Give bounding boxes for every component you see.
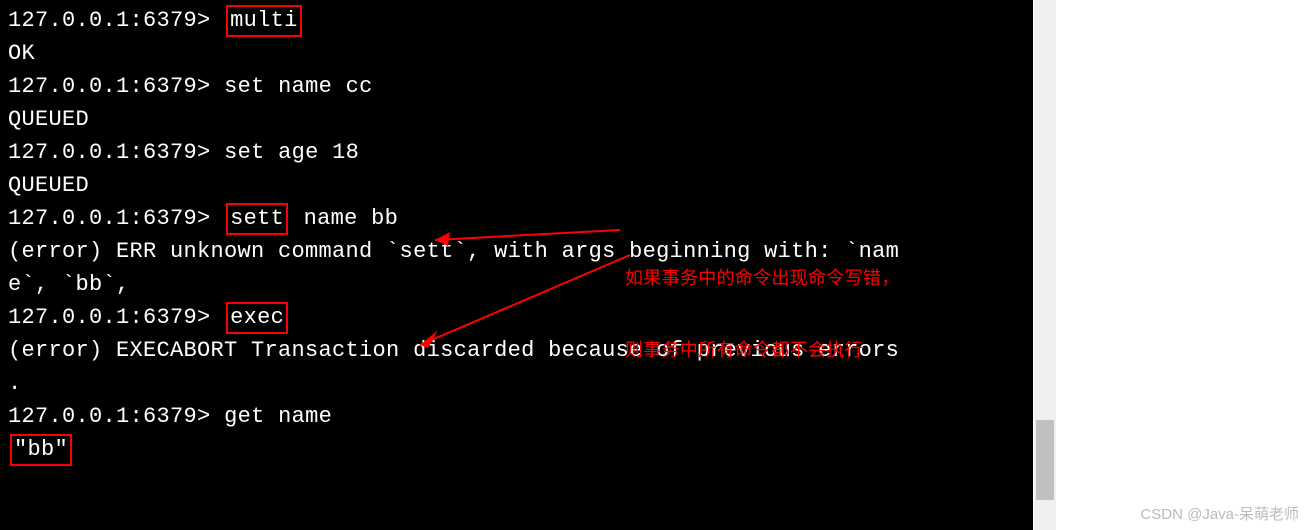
cli-prompt: 127.0.0.1:6379> bbox=[8, 404, 211, 429]
scrollbar-track[interactable] bbox=[1034, 0, 1056, 530]
right-margin bbox=[1033, 0, 1314, 530]
annotation-text: 如果事务中的命令出现命令写错， 则事务中所有命令都不会执行 bbox=[625, 218, 900, 410]
cmd-exec-highlight: exec bbox=[226, 302, 288, 334]
cmd-args: name bb bbox=[290, 206, 398, 231]
watermark-text: CSDN @Java-呆萌老师 bbox=[1140, 503, 1299, 524]
cli-prompt: 127.0.0.1:6379> bbox=[8, 305, 211, 330]
terminal-window[interactable]: 127.0.0.1:6379> multi OK 127.0.0.1:6379>… bbox=[0, 0, 1033, 530]
scrollbar-thumb[interactable] bbox=[1036, 420, 1054, 500]
cmd-get-name: get name bbox=[224, 404, 332, 429]
cmd-set-age: set age 18 bbox=[224, 140, 359, 165]
terminal-line: 127.0.0.1:6379> multi bbox=[8, 4, 1025, 37]
terminal-response: "bb" bbox=[8, 433, 1025, 466]
cli-prompt: 127.0.0.1:6379> bbox=[8, 206, 211, 231]
cmd-multi-highlight: multi bbox=[226, 5, 302, 37]
terminal-response: QUEUED bbox=[8, 169, 1025, 202]
annotation-line-2: 则事务中所有命令都不会执行 bbox=[625, 338, 900, 362]
result-bb-highlight: "bb" bbox=[10, 434, 72, 466]
cmd-sett-highlight: sett bbox=[226, 203, 288, 235]
cmd-set-name: set name cc bbox=[224, 74, 373, 99]
terminal-response: OK bbox=[8, 37, 1025, 70]
cli-prompt: 127.0.0.1:6379> bbox=[8, 140, 211, 165]
annotation-line-1: 如果事务中的命令出现命令写错， bbox=[625, 266, 900, 290]
cli-prompt: 127.0.0.1:6379> bbox=[8, 74, 211, 99]
terminal-line: 127.0.0.1:6379> set age 18 bbox=[8, 136, 1025, 169]
terminal-response: QUEUED bbox=[8, 103, 1025, 136]
terminal-line: 127.0.0.1:6379> set name cc bbox=[8, 70, 1025, 103]
cli-prompt: 127.0.0.1:6379> bbox=[8, 8, 211, 33]
